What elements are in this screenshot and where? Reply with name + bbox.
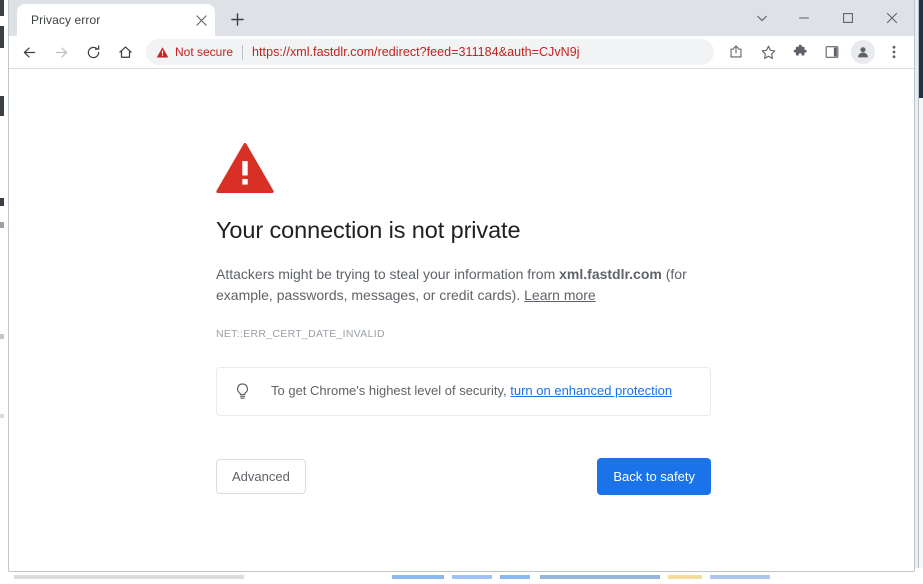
not-secure-label: Not secure — [175, 45, 234, 59]
enhanced-protection-text: To get Chrome's highest level of securit… — [271, 382, 672, 400]
browser-window: Privacy error Not secure https://xml.fas… — [8, 0, 915, 572]
maximize-icon[interactable] — [826, 2, 870, 34]
learn-more-link[interactable]: Learn more — [524, 287, 596, 303]
enhanced-protection-prefix: To get Chrome's highest level of securit… — [271, 383, 511, 399]
window-controls — [742, 0, 914, 36]
lightbulb-icon — [233, 382, 252, 401]
url-text[interactable]: https://xml.fastdlr.com/redirect?feed=31… — [252, 45, 580, 59]
tab-search-chevron-down-icon[interactable] — [742, 2, 782, 34]
interstitial-button-row: Advanced Back to safety — [216, 457, 711, 495]
advanced-button[interactable]: Advanced — [216, 458, 306, 494]
body-prefix: Attackers might be trying to steal your … — [216, 266, 560, 283]
ssl-interstitial: Your connection is not private Attackers… — [216, 142, 711, 495]
browser-tab-privacy-error[interactable]: Privacy error — [17, 4, 215, 36]
share-icon[interactable] — [722, 38, 750, 66]
omnibox-divider — [242, 44, 244, 60]
minimize-icon[interactable] — [782, 2, 826, 34]
forward-icon — [47, 38, 75, 66]
warning-triangle-icon — [216, 142, 711, 199]
home-icon[interactable] — [111, 38, 139, 66]
tab-title: Privacy error — [31, 13, 101, 27]
body-text: Attackers might be trying to steal your … — [216, 264, 697, 305]
back-icon[interactable] — [15, 38, 43, 66]
close-window-icon[interactable] — [870, 2, 914, 34]
address-bar[interactable]: Not secure https://xml.fastdlr.com/redir… — [146, 39, 714, 65]
page-viewport: Your connection is not private Attackers… — [9, 69, 914, 571]
reload-icon[interactable] — [79, 38, 107, 66]
chrome-menu-icon[interactable] — [880, 38, 908, 66]
turn-on-enhanced-protection-link[interactable]: turn on enhanced protection — [510, 383, 672, 398]
new-tab-button[interactable] — [224, 6, 250, 32]
background-window-right-sliver[interactable] — [918, 0, 923, 584]
profile-avatar[interactable] — [851, 40, 875, 64]
side-panel-icon[interactable] — [818, 38, 846, 66]
bookmark-star-icon[interactable] — [754, 38, 782, 66]
browser-toolbar: Not secure https://xml.fastdlr.com/redir… — [9, 36, 914, 69]
error-code: NET::ERR_CERT_DATE_INVALID — [216, 327, 385, 340]
page-title: Your connection is not private — [216, 217, 521, 243]
tab-strip: Privacy error — [9, 0, 914, 36]
enhanced-protection-callout: To get Chrome's highest level of securit… — [216, 366, 711, 416]
back-to-safety-button[interactable]: Back to safety — [597, 457, 711, 495]
not-secure-warning-icon[interactable] — [156, 46, 169, 59]
close-icon[interactable] — [193, 12, 209, 28]
body-domain: xml.fastdlr.com — [559, 266, 662, 283]
extensions-puzzle-icon[interactable] — [786, 38, 814, 66]
